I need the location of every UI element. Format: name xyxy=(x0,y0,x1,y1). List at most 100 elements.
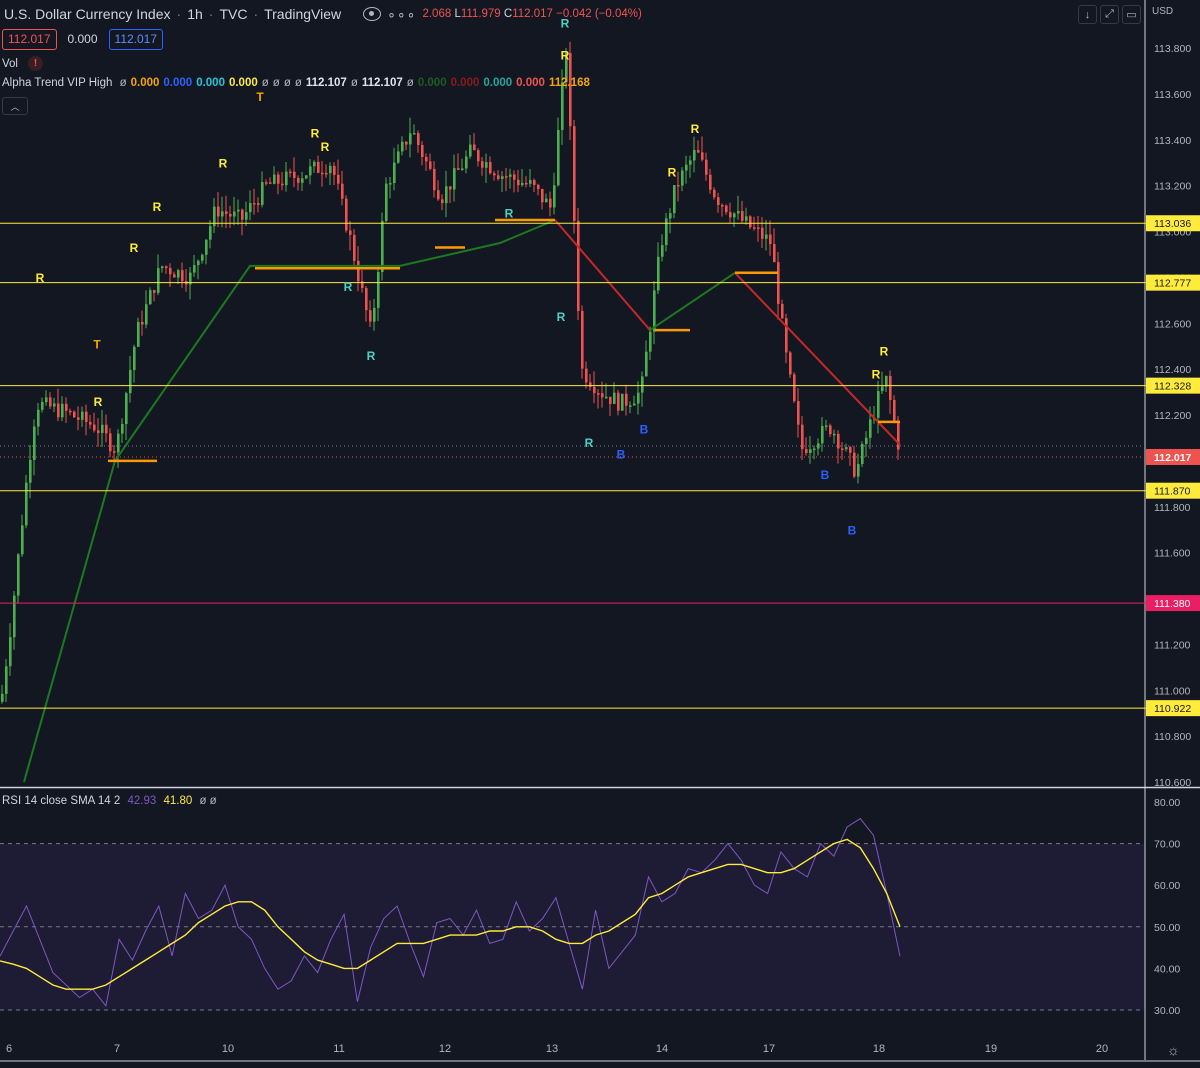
alpha-trend-name: Alpha Trend VIP High xyxy=(2,77,113,89)
signal-marker: R xyxy=(872,367,881,381)
candle-body xyxy=(365,288,368,311)
candle-body xyxy=(293,171,296,178)
alpha-trend-value: ø xyxy=(283,77,291,89)
currency-label[interactable]: USD xyxy=(1152,6,1173,17)
candle-body xyxy=(85,411,88,422)
candle-body xyxy=(197,260,200,266)
volume-label: Vol xyxy=(2,57,18,70)
candle-body xyxy=(809,449,812,454)
candle-body xyxy=(781,303,784,319)
candle-body xyxy=(833,433,836,436)
signal-marker: R xyxy=(691,122,700,136)
candle-body xyxy=(685,164,688,171)
candle-body xyxy=(613,392,616,404)
candle-body xyxy=(889,375,892,400)
candle-body xyxy=(41,402,44,410)
time-tick-label: 13 xyxy=(546,1043,558,1055)
candle-body xyxy=(757,227,760,229)
candle-body xyxy=(333,165,336,175)
chart-canvas[interactable]: 113.800113.600113.400113.200113.000112.8… xyxy=(0,0,1200,1068)
collapse-legend-button[interactable]: ︿ xyxy=(2,97,28,115)
alpha-trend-value: ø xyxy=(261,77,269,89)
candle-body xyxy=(229,213,232,217)
candle-body xyxy=(749,216,752,228)
alpha-trend-legend[interactable]: Alpha Trend VIP High ø 0.000 0.000 0.000 0.0… xyxy=(2,77,594,89)
candle-body xyxy=(373,307,376,322)
candle-body xyxy=(773,244,776,263)
candle-body xyxy=(881,386,884,392)
candle-body xyxy=(21,525,24,555)
candle-body xyxy=(517,179,520,186)
candle-body xyxy=(109,433,112,452)
candle-body xyxy=(501,176,504,179)
candle-body xyxy=(61,403,64,418)
rsi-name: RSI 14 close SMA 14 2 xyxy=(2,795,121,807)
candle-body xyxy=(729,212,732,218)
candle-body xyxy=(153,290,156,293)
signal-marker: R xyxy=(344,280,353,294)
interval-label[interactable]: 1h xyxy=(187,6,203,22)
candle-body xyxy=(321,172,324,175)
candle-body xyxy=(697,150,700,153)
candle-body xyxy=(341,183,344,199)
symbol-name[interactable]: U.S. Dollar Currency Index xyxy=(4,6,171,22)
rsi-sma-value: 41.80 xyxy=(163,795,193,807)
candle-body xyxy=(593,386,596,394)
signal-marker: R xyxy=(311,126,320,140)
more-icon[interactable]: ∘∘∘ xyxy=(387,6,416,23)
candle-body xyxy=(597,393,600,395)
time-tick-label: 18 xyxy=(873,1043,885,1055)
candle-body xyxy=(29,459,32,483)
candle-body xyxy=(761,227,764,239)
candle-body xyxy=(733,213,736,218)
candle-body xyxy=(317,161,320,173)
eye-icon[interactable] xyxy=(363,7,382,21)
level-price-label: 111.380 xyxy=(1154,598,1191,610)
candle-body xyxy=(753,227,756,229)
rsi-legend[interactable]: RSI 14 close SMA 14 2 42.93 41.80 ø ø xyxy=(2,795,217,807)
arrow-down-icon[interactable]: ↓ xyxy=(1078,5,1097,24)
alpha-trend-value: 0.000 xyxy=(228,77,258,89)
signal-marker: B xyxy=(821,468,830,482)
candle-body xyxy=(541,188,544,203)
bid-price-box[interactable]: 112.017 xyxy=(2,28,57,50)
candle-body xyxy=(105,424,108,434)
candle-body xyxy=(713,189,716,198)
candle-body xyxy=(409,133,412,145)
candle-body xyxy=(89,421,92,425)
candle-body xyxy=(549,198,552,208)
candle-body xyxy=(221,211,224,217)
price-tick-label: 111.000 xyxy=(1154,685,1191,697)
candle-body xyxy=(405,141,408,145)
candle-body xyxy=(149,290,152,305)
candle-body xyxy=(853,452,856,477)
chart-header: U.S. Dollar Currency Index · 1h · TVC · … xyxy=(4,5,642,23)
candle-body xyxy=(477,150,480,162)
ask-price-box[interactable]: 112.017 xyxy=(108,28,164,50)
candle-body xyxy=(765,234,768,239)
candle-body xyxy=(209,226,212,240)
price-tick-label: 113.600 xyxy=(1154,89,1191,101)
candle-body xyxy=(325,172,328,175)
maximize-icon[interactable]: ▭ xyxy=(1122,5,1141,24)
settings-gear-icon[interactable]: ☼ xyxy=(1167,1042,1180,1058)
volume-indicator[interactable]: Vol ! xyxy=(2,56,43,71)
candle-body xyxy=(625,393,628,406)
rsi-value: 42.93 xyxy=(127,795,157,807)
candle-body xyxy=(857,464,860,477)
candle-body xyxy=(117,433,120,453)
candle-body xyxy=(821,425,824,444)
candle-body xyxy=(513,174,516,180)
candle-body xyxy=(689,160,692,165)
candle-body xyxy=(717,197,720,206)
candle-body xyxy=(433,168,436,191)
candle-body xyxy=(225,211,228,214)
candle-body xyxy=(493,173,496,176)
expand-icon[interactable]: ⤢ xyxy=(1100,5,1119,24)
candle-body xyxy=(45,397,48,403)
candle-body xyxy=(529,180,532,184)
candle-body xyxy=(725,205,728,213)
candle-body xyxy=(841,448,844,450)
candle-body xyxy=(825,425,828,427)
warning-icon[interactable]: ! xyxy=(28,56,43,71)
